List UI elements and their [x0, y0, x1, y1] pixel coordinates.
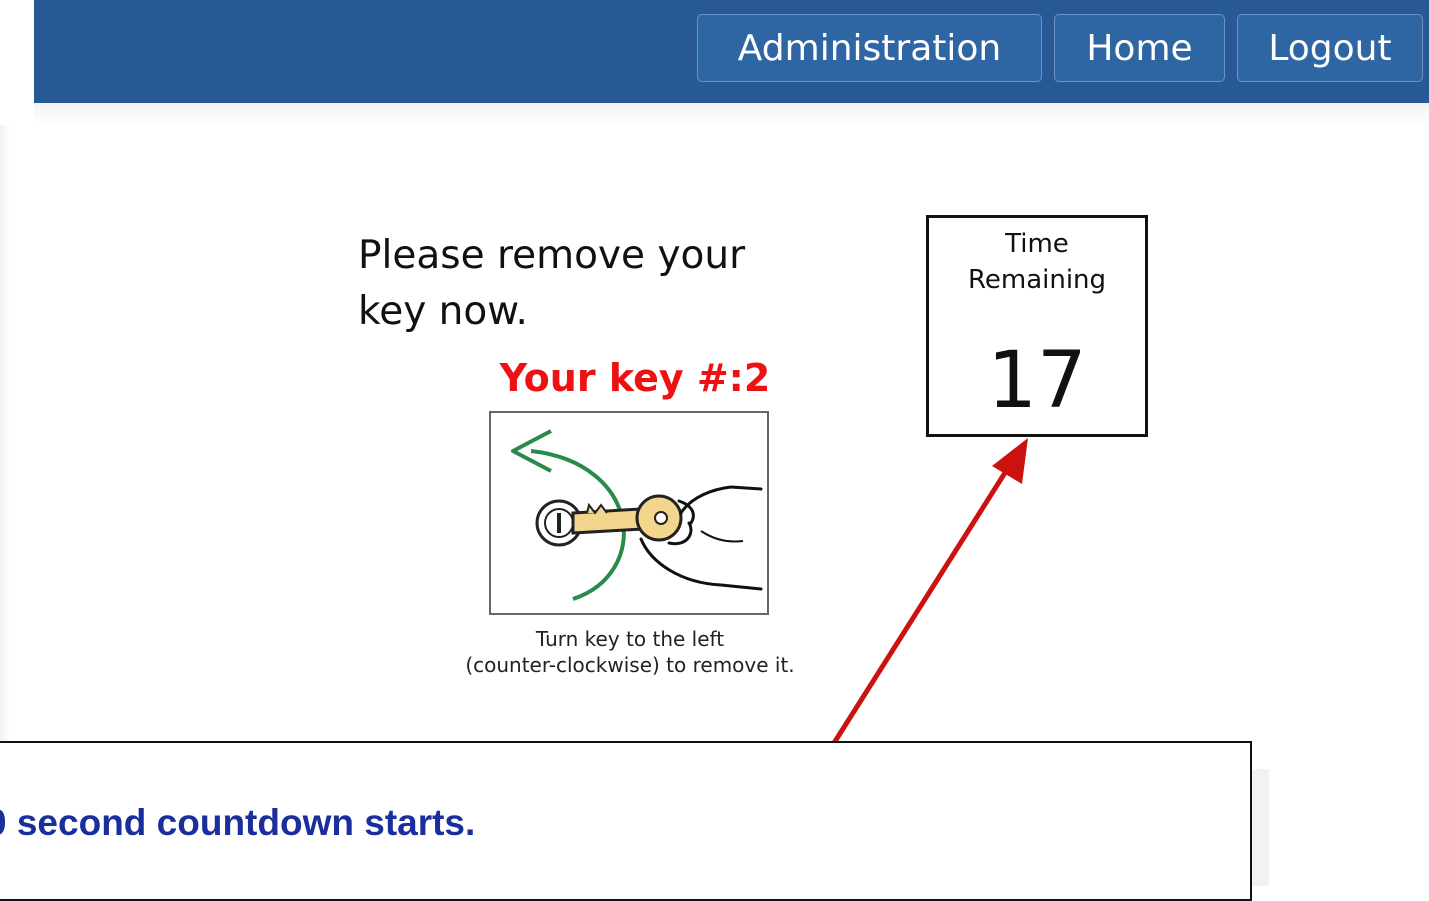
annotation-callout-text: 0 second countdown starts. [0, 802, 476, 843]
arrow-head-icon [992, 438, 1028, 484]
callout-side-strip [1252, 769, 1269, 886]
